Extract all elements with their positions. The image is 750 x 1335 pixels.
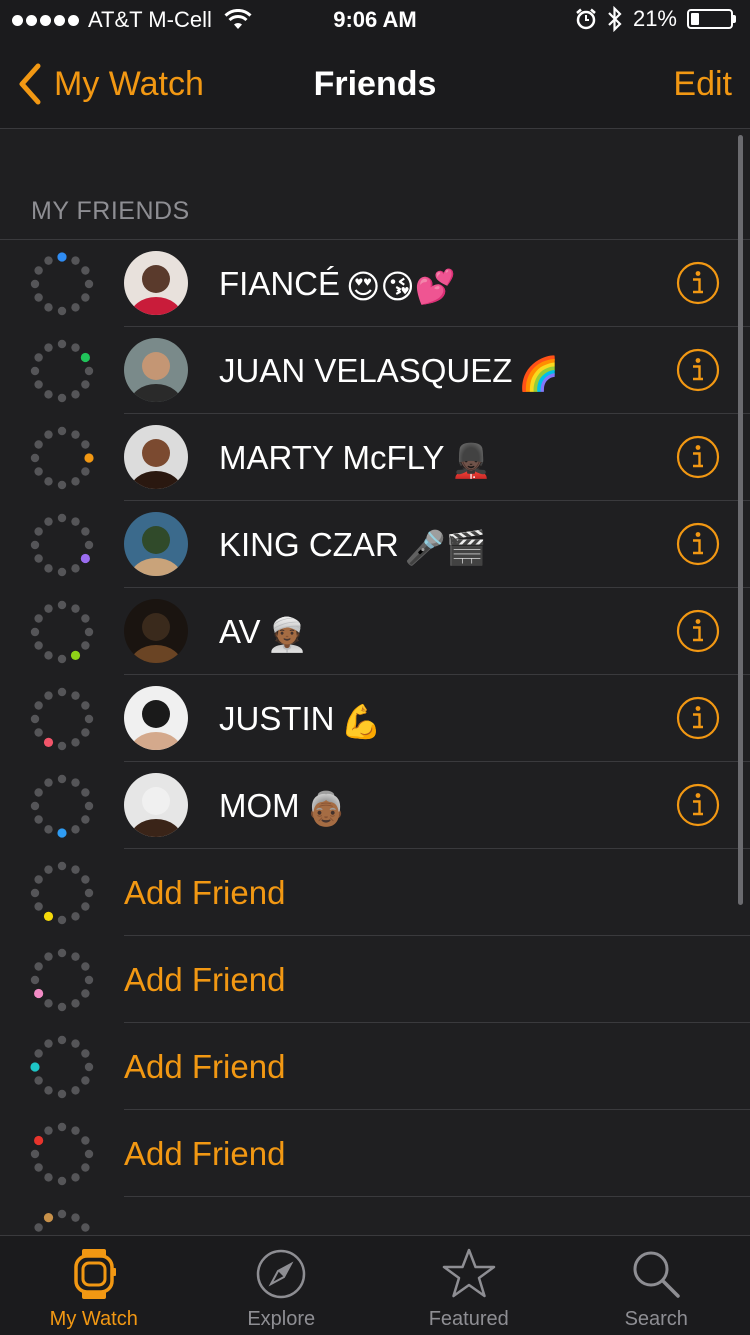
avatar — [124, 251, 188, 315]
tab-my-watch[interactable]: My Watch — [0, 1236, 188, 1335]
add-friend-button[interactable]: Add Friend — [124, 936, 285, 1023]
add-friend-button[interactable]: Add Friend — [124, 1110, 285, 1197]
info-button[interactable] — [676, 261, 720, 305]
add-friend-row[interactable] — [0, 1197, 750, 1235]
friend-row[interactable]: MOM👵🏾 — [0, 762, 750, 849]
activity-ring-icon — [30, 1209, 94, 1235]
activity-ring-icon — [30, 1035, 94, 1099]
friend-name-text: KING CZAR — [219, 526, 399, 563]
scroll-indicator[interactable] — [738, 135, 743, 905]
avatar — [124, 512, 188, 576]
friend-emoji: 💂🏿 — [451, 417, 492, 504]
friend-name-text: MARTY McFLY — [219, 439, 445, 476]
friend-emoji: 🎤🎬 — [405, 504, 487, 591]
friend-name: JUSTIN💪 — [219, 675, 382, 762]
tab-label: My Watch — [0, 1308, 188, 1331]
friend-name-text: AV — [219, 613, 261, 650]
avatar — [124, 773, 188, 837]
add-friend-row[interactable]: Add Friend — [0, 1110, 750, 1197]
friend-name-text: JUAN VELASQUEZ — [219, 352, 512, 389]
friend-emoji: 👳🏾 — [267, 591, 308, 678]
friends-list-view[interactable]: MY FRIENDS FIANCÉ😍😘💕JUAN VELASQUEZ🌈MARTY… — [0, 129, 750, 1235]
info-button[interactable] — [676, 435, 720, 479]
add-friend-button[interactable]: Add Friend — [124, 849, 285, 936]
back-button[interactable]: My Watch — [16, 40, 204, 128]
watch-icon — [70, 1248, 118, 1300]
activity-ring-icon — [30, 600, 94, 664]
friend-row[interactable]: JUAN VELASQUEZ🌈 — [0, 327, 750, 414]
status-bar: AT&T M-Cell 9:06 AM 21% — [0, 0, 750, 40]
activity-ring-icon — [30, 513, 94, 577]
activity-ring-icon — [30, 687, 94, 751]
friend-name-text: JUSTIN — [219, 700, 335, 737]
tab-label: Featured — [375, 1308, 563, 1331]
battery-percent: 21% — [633, 6, 677, 32]
section-header: MY FRIENDS — [31, 197, 190, 226]
info-button[interactable] — [676, 609, 720, 653]
friend-name: FIANCÉ😍😘💕 — [219, 240, 456, 327]
friend-row[interactable]: FIANCÉ😍😘💕 — [0, 240, 750, 327]
friend-row[interactable]: JUSTIN💪 — [0, 675, 750, 762]
avatar — [124, 599, 188, 663]
activity-ring-icon — [30, 252, 94, 316]
activity-ring-icon — [30, 948, 94, 1012]
status-right: 21% — [575, 6, 736, 32]
tab-featured[interactable]: Featured — [375, 1236, 563, 1335]
alarm-icon — [575, 8, 597, 30]
tab-label: Explore — [188, 1308, 376, 1331]
friend-emoji: 😍😘💕 — [346, 243, 456, 330]
search-icon — [630, 1248, 682, 1300]
friends-list: FIANCÉ😍😘💕JUAN VELASQUEZ🌈MARTY McFLY💂🏿KIN… — [0, 239, 750, 1235]
friend-name: JUAN VELASQUEZ🌈 — [219, 327, 560, 414]
chevron-left-icon — [16, 62, 42, 106]
friend-name: MARTY McFLY💂🏿 — [219, 414, 492, 501]
friend-name: MOM👵🏾 — [219, 762, 347, 849]
info-button[interactable] — [676, 783, 720, 827]
avatar — [124, 425, 188, 489]
friend-name: AV👳🏾 — [219, 588, 308, 675]
tab-explore[interactable]: Explore — [188, 1236, 376, 1335]
avatar — [124, 686, 188, 750]
friend-name-text: MOM — [219, 787, 300, 824]
activity-ring-icon — [30, 774, 94, 838]
friend-row[interactable]: AV👳🏾 — [0, 588, 750, 675]
battery-icon — [687, 9, 736, 29]
friend-name: KING CZAR🎤🎬 — [219, 501, 487, 588]
bluetooth-icon — [607, 6, 623, 32]
tab-bar: My Watch Explore Featured Search — [0, 1235, 750, 1335]
friend-name-text: FIANCÉ — [219, 265, 340, 302]
navigation-bar: My Watch Friends Edit — [0, 40, 750, 129]
back-button-label: My Watch — [54, 65, 204, 104]
friend-emoji: 💪 — [341, 678, 382, 765]
add-friend-row[interactable]: Add Friend — [0, 936, 750, 1023]
avatar — [124, 338, 188, 402]
friend-row[interactable]: KING CZAR🎤🎬 — [0, 501, 750, 588]
friend-row[interactable]: MARTY McFLY💂🏿 — [0, 414, 750, 501]
edit-button[interactable]: Edit — [673, 40, 732, 128]
info-button[interactable] — [676, 348, 720, 392]
friend-emoji: 👵🏾 — [306, 765, 347, 852]
star-icon — [441, 1248, 497, 1300]
tab-search[interactable]: Search — [563, 1236, 750, 1335]
info-button[interactable] — [676, 696, 720, 740]
info-button[interactable] — [676, 522, 720, 566]
friend-emoji: 🌈 — [518, 330, 559, 417]
activity-ring-icon — [30, 861, 94, 925]
activity-ring-icon — [30, 1122, 94, 1186]
add-friend-button[interactable]: Add Friend — [124, 1023, 285, 1110]
add-friend-row[interactable]: Add Friend — [0, 849, 750, 936]
activity-ring-icon — [30, 339, 94, 403]
tab-label: Search — [563, 1308, 750, 1331]
activity-ring-icon — [30, 426, 94, 490]
compass-icon — [255, 1248, 307, 1300]
add-friend-row[interactable]: Add Friend — [0, 1023, 750, 1110]
